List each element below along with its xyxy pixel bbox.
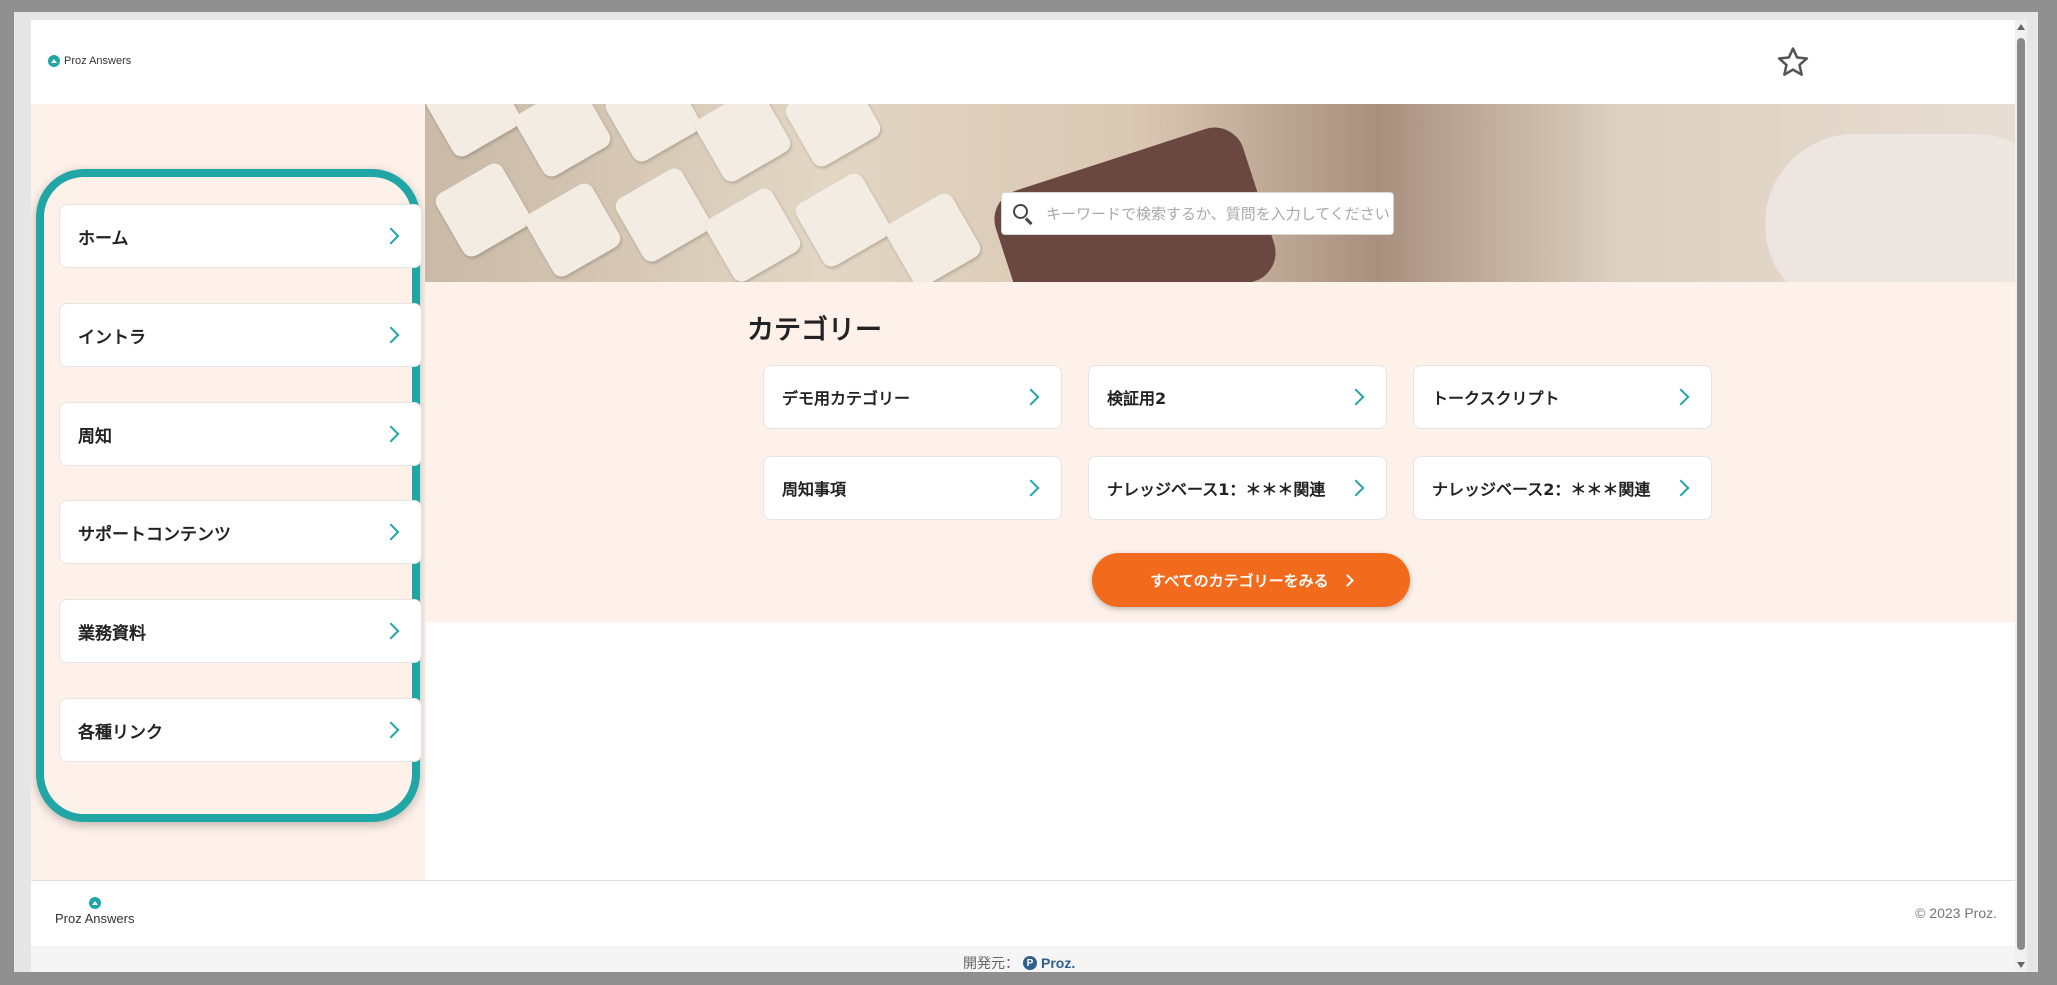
proz-mark-icon: P <box>1023 956 1037 970</box>
developer-credit: 開発元： P Proz. <box>963 953 1075 972</box>
copyright-text: © 2023 Proz. <box>1915 905 1997 921</box>
category-card[interactable]: トークスクリプト <box>1413 365 1712 429</box>
sidebar-highlight-frame: ホーム イントラ 周知 サポートコンテンツ 業務資料 各種リンク <box>36 169 422 822</box>
category-section: カテゴリー デモ用カテゴリー 検証用2 トークスクリプト 周知事項 ナレッジベー… <box>425 282 2015 622</box>
keyboard-key-image <box>432 159 534 261</box>
search-icon <box>1012 203 1034 225</box>
sidebar-item-label: イントラ <box>78 327 146 348</box>
keyboard-key-image <box>512 104 614 181</box>
mouse-image <box>1765 134 2015 282</box>
proz-logo-icon <box>48 55 60 67</box>
chevron-right-icon <box>1022 479 1040 497</box>
sidebar-item-label: 各種リンク <box>78 722 163 743</box>
header: Proz Answers <box>31 20 2015 104</box>
keyboard-key-image <box>602 104 704 166</box>
category-card[interactable]: ナレッジベース1：＊＊＊関連 <box>1088 456 1387 520</box>
footer-logo[interactable]: Proz Answers <box>55 897 134 926</box>
category-section-title: カテゴリー <box>747 315 882 346</box>
view-all-categories-button[interactable]: すべてのカテゴリーをみる <box>1092 553 1410 607</box>
sidebar-item-intranet[interactable]: イントラ <box>59 303 422 367</box>
sidebar-item-home[interactable]: ホーム <box>59 204 422 268</box>
keyboard-key-image <box>425 104 524 161</box>
keyboard-key-image <box>792 169 894 271</box>
page: Proz Answers ホーム イントラ 周知 サポートコンテンツ 業務資料 … <box>31 20 2015 972</box>
header-logo[interactable]: Proz Answers <box>48 55 131 67</box>
keyboard-key-image <box>702 184 804 282</box>
chevron-right-icon <box>382 622 400 640</box>
chevron-right-icon <box>1340 573 1354 587</box>
footer-brand-text: Proz Answers <box>55 911 135 926</box>
keyboard-key-image <box>782 104 884 171</box>
category-card[interactable]: 検証用2 <box>1088 365 1387 429</box>
view-all-categories-label: すべてのカテゴリーをみる <box>1150 571 1329 590</box>
chevron-right-icon <box>382 721 400 739</box>
proz-logo-icon <box>88 897 101 909</box>
chevron-right-icon <box>1022 388 1040 406</box>
chevron-right-icon <box>1672 388 1690 406</box>
category-card-label: デモ用カテゴリー <box>782 389 911 408</box>
chevron-right-icon <box>382 425 400 443</box>
chevron-right-icon <box>382 227 400 245</box>
favorite-button[interactable] <box>1771 40 1815 84</box>
developer-label: 開発元： <box>963 956 1019 972</box>
scroll-down-arrow-icon[interactable] <box>2017 962 2025 968</box>
sidebar-item-notice[interactable]: 周知 <box>59 402 422 466</box>
category-card-label: 周知事項 <box>782 480 847 499</box>
category-card[interactable]: デモ用カテゴリー <box>763 365 1062 429</box>
sidebar-item-label: 業務資料 <box>78 623 146 644</box>
developer-name-link[interactable]: Proz. <box>1041 955 1075 971</box>
sidebar: ホーム イントラ 周知 サポートコンテンツ 業務資料 各種リンク <box>31 104 425 880</box>
keyboard-key-image <box>612 164 714 266</box>
category-card-label: 検証用2 <box>1107 389 1167 408</box>
chevron-right-icon <box>1672 479 1690 497</box>
category-card-label: ナレッジベース2：＊＊＊関連 <box>1432 480 1651 499</box>
sidebar-item-label: 周知 <box>78 426 112 447</box>
category-card[interactable]: ナレッジベース2：＊＊＊関連 <box>1413 456 1712 520</box>
footer: Proz Answers © 2023 Proz. <box>31 880 2015 947</box>
chevron-right-icon <box>382 326 400 344</box>
keyboard-key-image <box>882 189 984 282</box>
sidebar-item-label: サポートコンテンツ <box>78 524 231 545</box>
keyboard-key-image <box>692 104 794 186</box>
category-card-label: トークスクリプト <box>1432 389 1560 408</box>
chevron-right-icon <box>1347 388 1365 406</box>
chevron-right-icon <box>1347 479 1365 497</box>
search-box[interactable] <box>1001 192 1394 235</box>
sidebar-item-support-contents[interactable]: サポートコンテンツ <box>59 500 422 564</box>
developer-bar: 開発元： P Proz. <box>31 946 2015 972</box>
keyboard-key-image <box>522 179 624 281</box>
category-card-label: ナレッジベース1：＊＊＊関連 <box>1107 480 1326 499</box>
category-card[interactable]: 周知事項 <box>763 456 1062 520</box>
vertical-scrollbar[interactable] <box>2015 20 2027 972</box>
scrollbar-thumb[interactable] <box>2017 38 2025 950</box>
sidebar-item-label: ホーム <box>78 228 129 249</box>
sidebar-item-links[interactable]: 各種リンク <box>59 698 422 762</box>
star-outline-icon <box>1777 47 1809 76</box>
header-brand-text: Proz Answers <box>64 55 132 67</box>
search-input[interactable] <box>1044 203 1393 224</box>
chevron-right-icon <box>382 523 400 541</box>
scroll-up-arrow-icon[interactable] <box>2017 24 2025 30</box>
sidebar-item-business-docs[interactable]: 業務資料 <box>59 599 422 663</box>
